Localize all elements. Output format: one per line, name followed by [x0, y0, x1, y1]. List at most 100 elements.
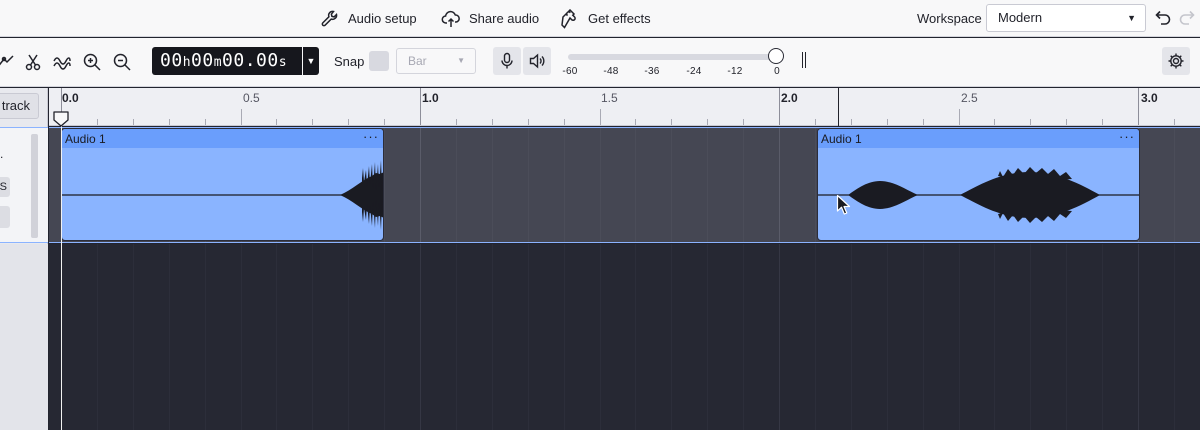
snap-label: Snap: [334, 54, 365, 69]
grid-line: [205, 244, 206, 430]
silence-tool-button[interactable]: [49, 49, 75, 75]
ruler-tick: [1102, 119, 1103, 125]
share-audio-button[interactable]: Share audio: [441, 0, 539, 37]
grid-line: [241, 244, 242, 430]
ruler-tick: [1030, 119, 1031, 125]
grid-line: [887, 244, 888, 430]
mouse-pointer-icon: [836, 194, 851, 215]
grid-line: [348, 244, 349, 430]
ruler-tick: [276, 119, 277, 125]
clip-header[interactable]: Audio 1 ···: [818, 129, 1139, 148]
grid-line: [779, 128, 780, 242]
playback-volume-slider-handle[interactable]: [768, 48, 784, 64]
ruler-tick: [384, 119, 385, 125]
meter-label: -36: [644, 66, 660, 77]
ruler-tick: [420, 88, 421, 125]
ruler-tick: [707, 119, 708, 125]
grid-line: [564, 244, 565, 430]
grid-line: [815, 244, 816, 430]
audio-setup-button[interactable]: Audio setup: [320, 0, 417, 37]
zoom-in-icon: [83, 53, 101, 71]
audio-clip[interactable]: Audio 1 ···: [61, 128, 384, 241]
playback-meter-button[interactable]: [523, 47, 551, 75]
playhead-handle-icon[interactable]: [52, 110, 70, 128]
ruler-tick: [312, 119, 313, 125]
grid-line: [312, 244, 313, 430]
playback-volume-track[interactable]: [568, 54, 776, 60]
ruler-tick: [348, 119, 349, 125]
trim-tool-button[interactable]: [20, 49, 46, 75]
clip-menu-icon[interactable]: ···: [1119, 129, 1135, 144]
ruler-label: 3.0: [1141, 91, 1158, 105]
envelope-tool-button[interactable]: [0, 49, 18, 75]
top-bar: Audio setup Share audio Get effects Work…: [0, 0, 1200, 37]
ruler-tick: [205, 119, 206, 125]
timecode-hours-unit: h: [182, 55, 192, 70]
cloud-upload-icon: [441, 10, 460, 27]
audio-setup-label: Audio setup: [348, 11, 417, 26]
timecode-display[interactable]: 00h00m00.00s: [152, 47, 302, 75]
grid-line: [671, 128, 672, 242]
timecode-seconds-unit: s: [278, 55, 288, 70]
undo-icon[interactable]: [1151, 7, 1173, 29]
toolbar: 00h00m00.00s ▼ Snap Bar ▼ -60 -48 -36 -2…: [0, 38, 1200, 87]
ruler-tick: [241, 109, 242, 125]
ruler-tick: [564, 119, 565, 125]
clip-menu-icon[interactable]: ···: [363, 129, 379, 144]
timecode-hours: 00: [160, 50, 183, 71]
clip-waveform: [818, 167, 1139, 223]
get-effects-button[interactable]: Get effects: [560, 0, 651, 37]
timeline-area[interactable]: Audio 1 ··· Audio 1 ···: [49, 127, 1200, 430]
record-meter-button[interactable]: [493, 47, 521, 75]
grid-line: [492, 244, 493, 430]
workspace-select[interactable]: Modern ▼: [986, 4, 1146, 32]
solo-label: S: [0, 181, 7, 193]
track-volume-meter: [31, 134, 38, 238]
ruler-label: 0.0: [62, 91, 79, 105]
snap-checkbox[interactable]: [369, 51, 389, 71]
meter-label: -12: [727, 66, 743, 77]
add-track-button[interactable]: track: [0, 93, 39, 119]
grid-line: [994, 244, 995, 430]
ruler-tick: [169, 119, 170, 125]
grid-line: [707, 128, 708, 242]
grid-line: [779, 244, 780, 430]
timecode-format-dropdown[interactable]: ▼: [303, 47, 319, 75]
ruler-tick: [492, 119, 493, 125]
timeline-ruler[interactable]: 0.0 0.5 1.0 1.5 2.0 2.5 3.0: [49, 88, 1200, 126]
zoom-out-button[interactable]: [109, 49, 135, 75]
audio-clip[interactable]: Audio 1 ···: [817, 128, 1140, 241]
grid-line: [528, 244, 529, 430]
zoom-in-button[interactable]: [79, 49, 105, 75]
grid-line: [97, 244, 98, 430]
grid-line: [815, 128, 816, 242]
track-control-panel: track . S: [0, 88, 48, 430]
envelope-icon: [0, 55, 14, 66]
snap-select[interactable]: Bar ▼: [396, 48, 476, 74]
grid-line: [456, 244, 457, 430]
clip-header[interactable]: Audio 1 ···: [62, 129, 383, 148]
ruler-tick: [528, 119, 529, 125]
mute-button[interactable]: [0, 206, 10, 228]
solo-button[interactable]: S: [0, 177, 10, 197]
grid-line: [133, 244, 134, 430]
speaker-icon: [529, 53, 545, 69]
ruler-tick: [1066, 119, 1067, 125]
grid-line: [600, 244, 601, 430]
settings-button[interactable]: [1162, 47, 1190, 75]
redo-icon[interactable]: [1177, 7, 1199, 29]
ruler-tick: [456, 119, 457, 125]
grid-line: [1030, 244, 1031, 430]
grid-line: [1174, 244, 1175, 430]
grid-line: [564, 128, 565, 242]
ruler-label: 2.0: [781, 91, 798, 105]
grid-line: [1102, 244, 1103, 430]
grid-line: [492, 128, 493, 242]
empty-track-area[interactable]: [49, 244, 1200, 430]
get-effects-label: Get effects: [588, 11, 651, 26]
track-header[interactable]: . S: [0, 127, 48, 243]
ruler-tick: [671, 119, 672, 125]
ruler-tick: [635, 119, 636, 125]
meter-label: -60: [562, 66, 578, 77]
grid-line: [384, 244, 385, 430]
